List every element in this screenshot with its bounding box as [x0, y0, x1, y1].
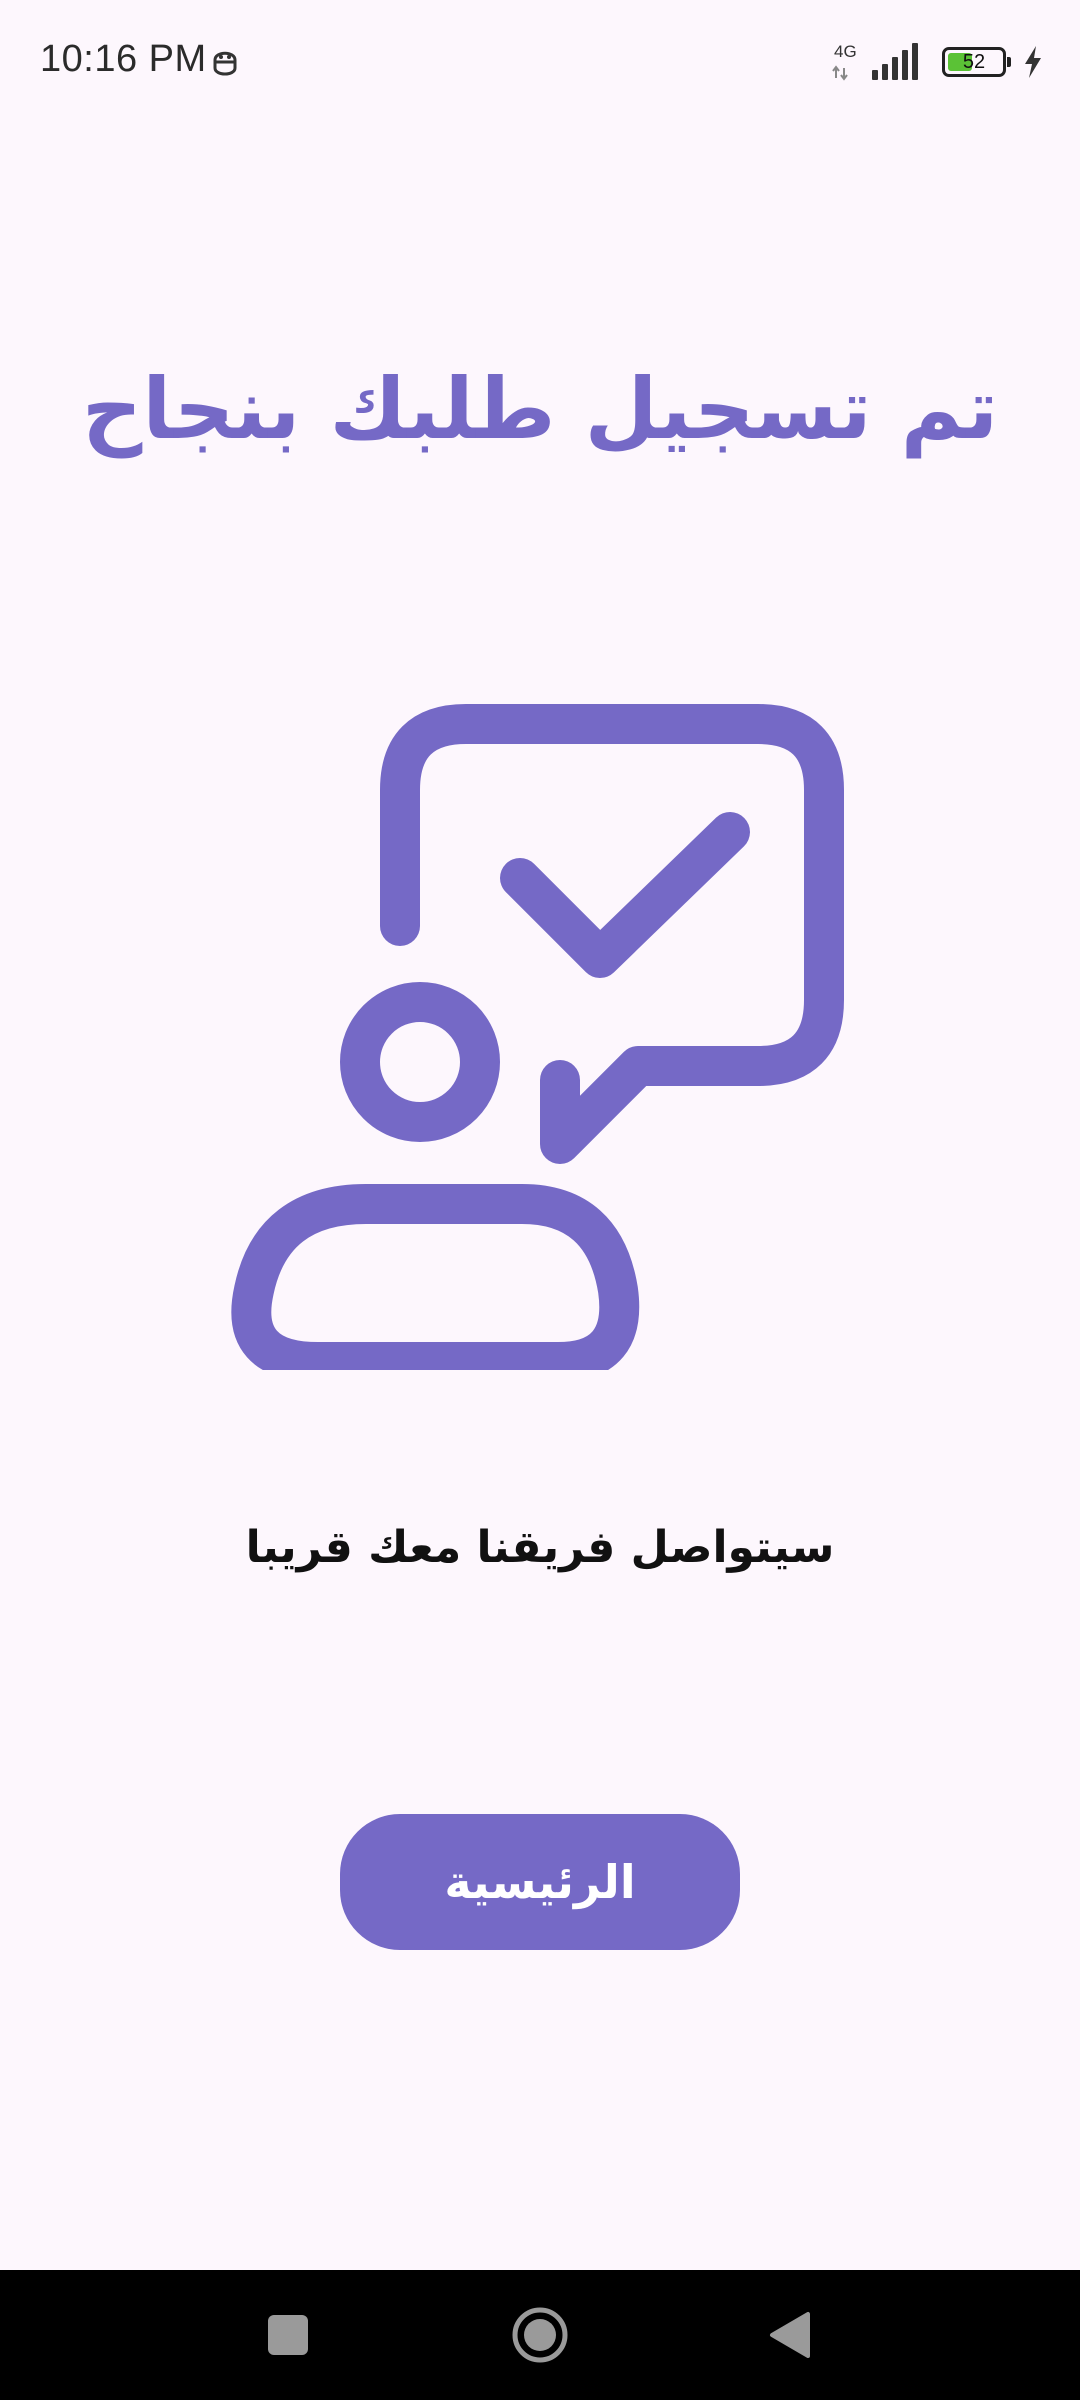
status-time: 10:16 PM: [40, 38, 207, 80]
emoji-face-icon: [213, 51, 237, 76]
signal-bars-icon: [872, 43, 918, 80]
home-nav-button[interactable]: [495, 2290, 585, 2380]
back-nav-button[interactable]: [745, 2290, 835, 2380]
recent-apps-icon: [268, 2315, 308, 2355]
status-icons: 4G 52: [832, 40, 1044, 84]
recent-apps-button[interactable]: [243, 2290, 333, 2380]
network-type: 4G: [832, 40, 862, 84]
charging-bolt-icon: [1025, 46, 1041, 78]
back-triangle-icon: [770, 2312, 810, 2358]
battery-tip: [1007, 57, 1011, 67]
home-button[interactable]: الرئيسية: [340, 1814, 740, 1950]
page-title: تم تسجيل طلبك بنجاح: [81, 360, 999, 458]
success-screen: 10:16 PM 4G 52 تم تسجيل طلبك بنجاح سيتوا…: [0, 0, 1080, 2400]
home-circle-icon: [512, 2307, 568, 2363]
battery-indicator: 52: [942, 47, 1011, 77]
battery-level: 52: [962, 51, 986, 73]
subtitle: سيتواصل فريقنا معك قريبا: [245, 1522, 835, 1573]
person-chat-check-icon: [231, 704, 844, 1370]
status-bar: 10:16 PM 4G 52: [0, 0, 1080, 130]
system-nav-bar: [0, 2270, 1080, 2400]
data-arrows-icon: [832, 65, 848, 81]
